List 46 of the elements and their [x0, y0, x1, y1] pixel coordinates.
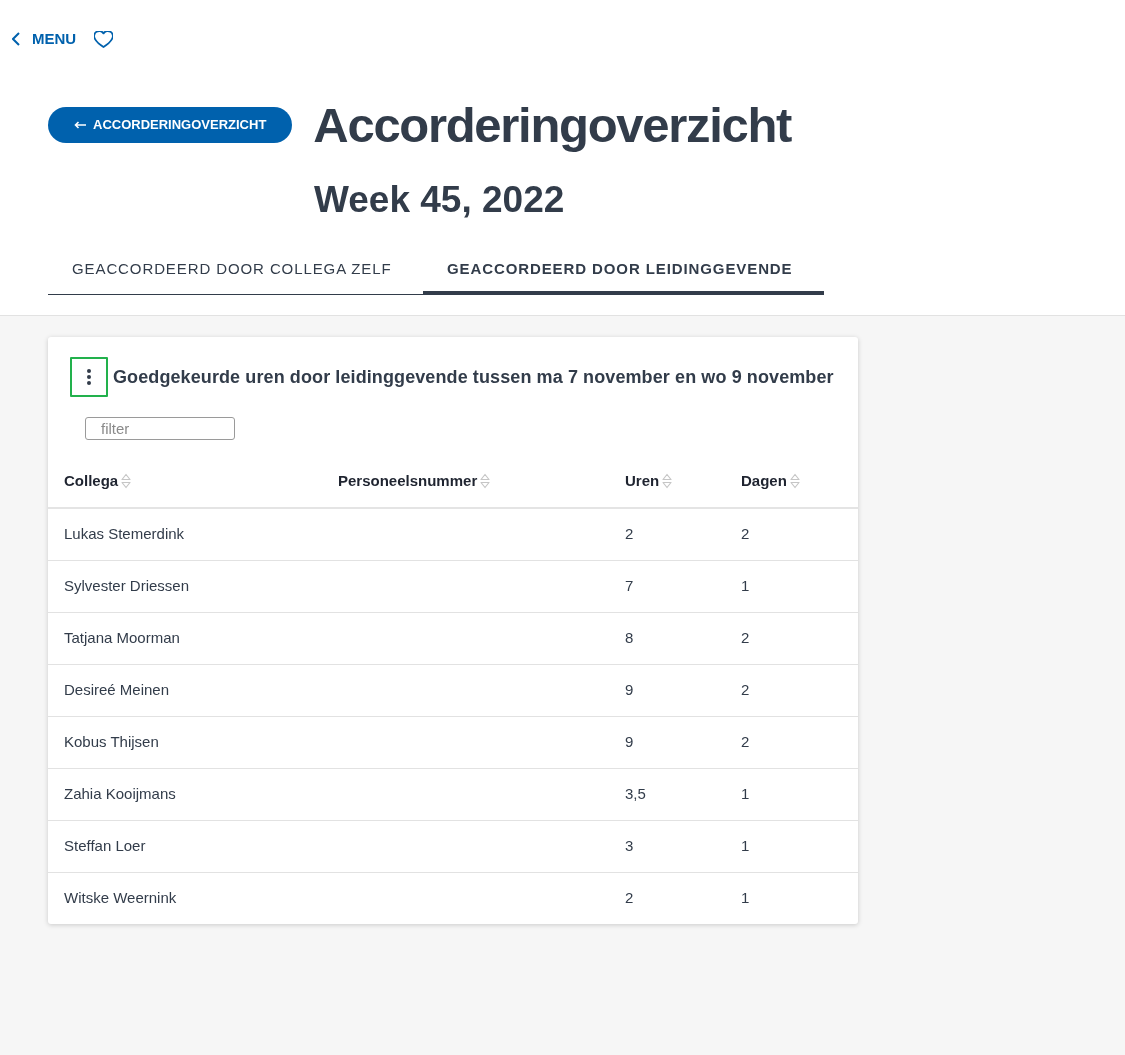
kebab-menu-icon — [87, 369, 91, 385]
table-cell: Lukas Stemerdink — [64, 525, 185, 543]
table-cell: 2 — [625, 525, 634, 543]
arrow-left-icon — [74, 121, 86, 129]
tab[interactable]: GEACCORDEERD DOOR COLLEGA ZELF — [48, 250, 423, 295]
table-cell: 8 — [625, 629, 634, 646]
sort-icon[interactable] — [662, 472, 673, 489]
table-cell: 2 — [741, 681, 750, 698]
table-cell: 2 — [741, 733, 750, 750]
sort-icon[interactable] — [789, 472, 800, 489]
favorite-button[interactable] — [94, 30, 114, 48]
table-cell: Tatjana Moorman — [64, 629, 180, 646]
table-cell: 1 — [741, 577, 750, 594]
week-heading: Week 45, 2022 — [314, 178, 565, 222]
table-cell: 7 — [625, 577, 634, 594]
sort-icon[interactable] — [121, 472, 132, 489]
table-cell: Zahia Kooijmans — [64, 785, 176, 802]
column-header[interactable]: Collega — [64, 470, 119, 491]
tab[interactable]: GEACCORDEERD DOOR LEIDINGGEVENDE — [423, 250, 824, 295]
card-title: Goedgekeurde uren door leidinggevende tussen ma 7 november en wo 9 november — [113, 366, 834, 389]
table-cell: 2 — [625, 889, 634, 907]
column-header[interactable]: Uren — [625, 470, 660, 491]
menu-link[interactable]: MENU — [12, 28, 77, 50]
column-header[interactable]: Personeelsnummer — [338, 470, 478, 491]
table-cell: Steffan Loer — [64, 837, 146, 854]
back-button[interactable]: ACCORDERINGOVERZICHT — [48, 107, 293, 143]
table-cell: 2 — [741, 525, 750, 543]
table-cell: Kobus Thijsen — [64, 733, 159, 750]
table-cell: 1 — [741, 837, 750, 854]
table-cell: 9 — [625, 733, 634, 750]
table-cell: Sylvester Driessen — [64, 577, 190, 594]
sort-icon[interactable] — [480, 472, 491, 489]
table-cell: 1 — [741, 785, 750, 802]
table-cell: 2 — [741, 629, 750, 646]
table-cell: Desireé Meinen — [64, 681, 170, 698]
column-header[interactable]: Dagen — [741, 470, 787, 491]
table-cell: Witske Weernink — [64, 889, 177, 907]
heart-icon — [94, 30, 114, 48]
chevron-left-icon — [12, 32, 20, 46]
table-cell: 3 — [625, 837, 634, 854]
page-title: Accorderingoverzicht — [313, 97, 792, 154]
table-cell: 9 — [625, 681, 634, 698]
table-cell: 1 — [741, 889, 750, 907]
filter-field[interactable]: filter — [85, 417, 235, 440]
table-cell: 3,5 — [625, 785, 646, 802]
more-options-button[interactable] — [70, 357, 108, 397]
